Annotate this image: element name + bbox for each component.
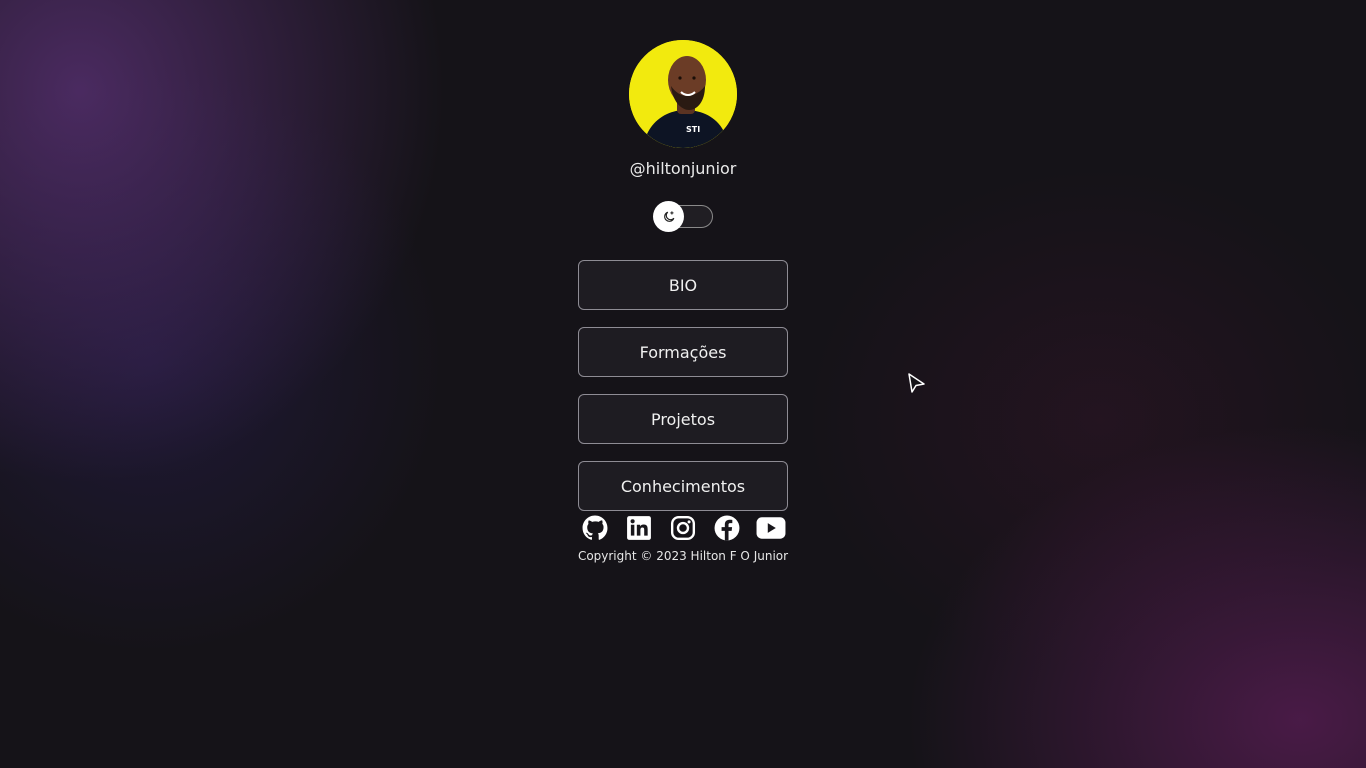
footer-copyright: Copyright © 2023 Hilton F O Junior — [577, 549, 789, 563]
social-links — [580, 515, 790, 545]
github-icon — [582, 515, 608, 540]
github-link[interactable] — [582, 515, 610, 543]
youtube-icon — [756, 517, 786, 539]
moon-icon — [663, 210, 674, 222]
youtube-link[interactable] — [756, 515, 786, 543]
link-button-bio[interactable]: BIO — [578, 260, 788, 310]
link-button-conhecimentos[interactable]: Conhecimentos — [578, 461, 788, 511]
linktree-container: STI @hiltonjunior BIO Formações Projetos… — [0, 0, 1366, 768]
link-button-formacoes[interactable]: Formações — [578, 327, 788, 377]
linkedin-link[interactable] — [626, 515, 654, 543]
facebook-link[interactable] — [714, 515, 742, 543]
facebook-icon — [714, 515, 740, 541]
svg-text:STI: STI — [686, 125, 700, 134]
profile-handle: @hiltonjunior — [629, 159, 737, 178]
avatar: STI — [629, 40, 737, 148]
theme-toggle[interactable] — [653, 201, 713, 232]
mouse-cursor-icon — [908, 373, 925, 393]
linkedin-icon — [627, 516, 651, 540]
link-button-projetos[interactable]: Projetos — [578, 394, 788, 444]
profile-photo: STI — [629, 40, 737, 148]
toggle-knob[interactable] — [653, 201, 684, 232]
instagram-icon — [670, 515, 696, 541]
instagram-link[interactable] — [670, 515, 698, 543]
